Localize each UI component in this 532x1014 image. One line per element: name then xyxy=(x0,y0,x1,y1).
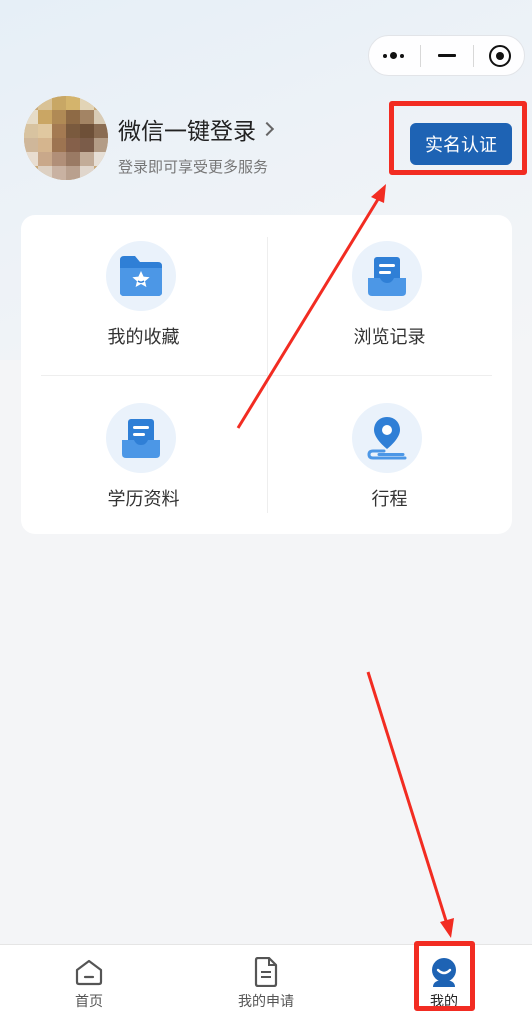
capsule-divider xyxy=(472,44,474,67)
itinerary-icon-bg xyxy=(352,403,422,473)
tab-home[interactable]: 首页 xyxy=(24,945,154,1014)
avatar[interactable] xyxy=(24,96,108,180)
folder-star-icon xyxy=(120,256,162,296)
grid-divider-horizontal xyxy=(41,375,492,376)
minimize-button[interactable] xyxy=(424,35,470,76)
grid-item-favorites[interactable]: 我的收藏 xyxy=(21,215,266,375)
function-grid-card: 我的收藏 浏览记录 学历资料 行程 xyxy=(21,215,512,534)
location-pin-icon xyxy=(367,417,407,460)
history-icon-bg xyxy=(352,241,422,311)
user-name: 微信一键登录 xyxy=(118,119,256,145)
real-name-verify-button[interactable]: 实名认证 xyxy=(410,123,512,165)
annotation-arrow-down xyxy=(366,671,449,925)
chevron-right-icon xyxy=(259,121,275,137)
document-icon xyxy=(251,957,281,987)
grid-item-history[interactable]: 浏览记录 xyxy=(267,215,512,375)
annotation-highlight-box xyxy=(414,941,475,1011)
capsule-divider xyxy=(419,44,421,67)
grid-item-label: 学历资料 xyxy=(107,489,180,510)
miniapp-capsule xyxy=(368,35,525,76)
grid-item-label: 我的收藏 xyxy=(107,327,180,348)
home-icon xyxy=(74,957,104,987)
login-link[interactable]: 微信一键登录 xyxy=(118,112,275,146)
grid-item-label: 行程 xyxy=(371,489,408,510)
document-tray-icon xyxy=(122,419,160,458)
more-button[interactable] xyxy=(371,35,417,76)
grid-item-itinerary[interactable]: 行程 xyxy=(267,377,512,537)
close-button[interactable] xyxy=(477,35,523,76)
grid-item-label: 浏览记录 xyxy=(353,327,426,348)
tab-label: 我的申请 xyxy=(238,994,294,1010)
education-icon-bg xyxy=(106,403,176,473)
document-tray-icon xyxy=(368,257,406,296)
blurred-avatar-icon xyxy=(24,96,108,180)
tab-label: 首页 xyxy=(75,994,103,1010)
target-icon xyxy=(488,44,511,67)
grid-item-education[interactable]: 学历资料 xyxy=(21,377,266,537)
user-subtitle: 登录即可享受更多服务 xyxy=(118,158,269,176)
more-dots-icon xyxy=(383,52,404,59)
annotation-arrowhead-down xyxy=(440,918,454,938)
tab-my-applications[interactable]: 我的申请 xyxy=(201,945,331,1014)
favorites-icon-bg xyxy=(106,241,176,311)
minus-icon xyxy=(437,54,456,57)
